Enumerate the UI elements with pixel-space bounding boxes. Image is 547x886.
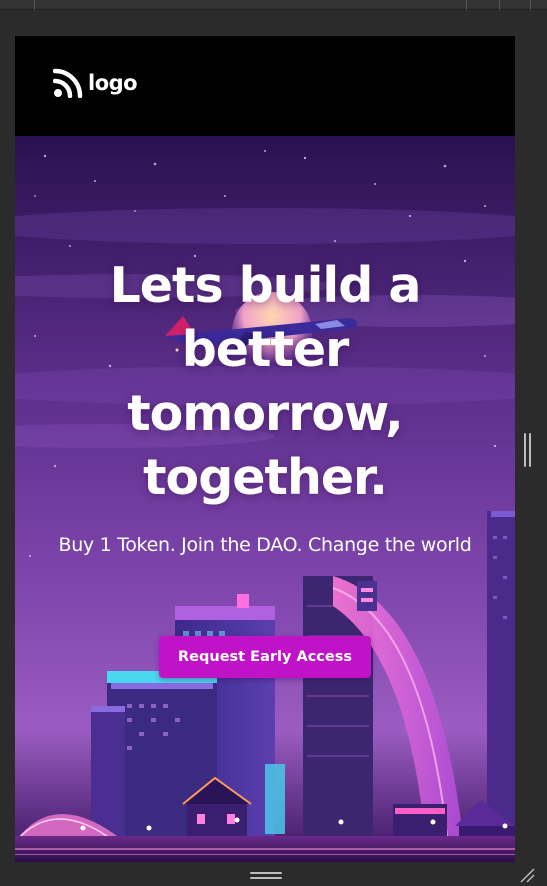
- hero-subtitle: Buy 1 Token. Join the DAO. Change the wo…: [58, 534, 472, 556]
- editor-left-gutter: [0, 10, 15, 886]
- device-viewport: logo Lets build a better tomorrow, toget…: [15, 36, 515, 862]
- ruler-tick: [466, 0, 467, 10]
- hero-title: Lets build a better tomorrow, together.: [109, 257, 422, 506]
- hero-section: Lets build a better tomorrow, together. …: [15, 136, 515, 862]
- logo-text: logo: [88, 71, 138, 95]
- editor-top-bar: [0, 0, 547, 10]
- viewport-height-resize-handle[interactable]: [250, 871, 282, 881]
- ruler-tick: [499, 0, 500, 10]
- ruler-tick: [34, 0, 35, 10]
- resize-grip-icon[interactable]: [518, 866, 536, 884]
- ruler-tick: [530, 0, 531, 10]
- rss-feed-icon: [53, 68, 83, 98]
- logo-link[interactable]: logo: [53, 67, 138, 99]
- navbar: logo: [15, 36, 515, 136]
- viewport-width-resize-handle[interactable]: [524, 433, 532, 467]
- request-early-access-button[interactable]: Request Early Access: [159, 636, 371, 678]
